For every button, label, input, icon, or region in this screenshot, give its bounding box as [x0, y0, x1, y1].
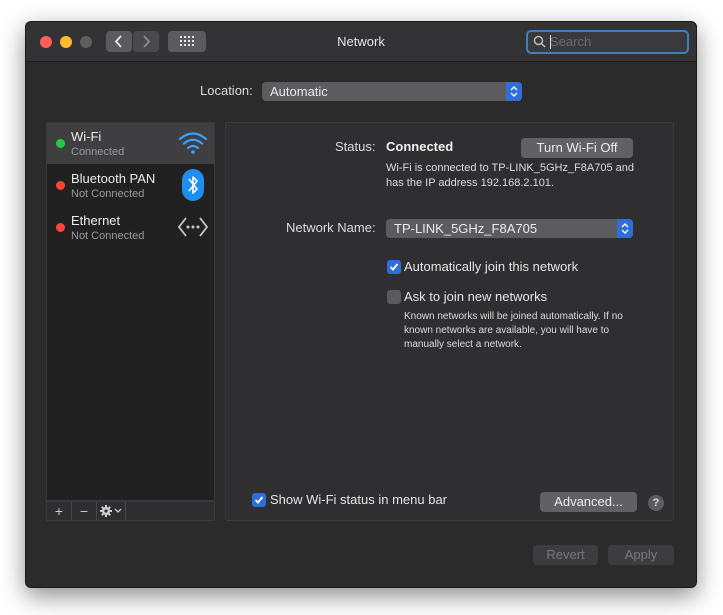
- chevron-down-icon: [114, 508, 122, 513]
- location-value: Automatic: [270, 84, 328, 99]
- ask-join-hint: Known networks will be joined automatica…: [404, 311, 623, 350]
- service-status: Not Connected: [71, 188, 145, 200]
- apply-button[interactable]: Apply: [608, 545, 674, 565]
- network-name-label: Network Name:: [286, 220, 376, 235]
- wifi-detail-panel: Status: Connected Turn Wi-Fi Off Wi-Fi i…: [225, 122, 674, 521]
- chevron-right-icon: [143, 35, 151, 48]
- chevron-left-icon: [114, 35, 122, 48]
- remove-service-button[interactable]: −: [72, 502, 97, 520]
- gear-icon: [100, 505, 122, 517]
- service-status: Not Connected: [71, 230, 145, 242]
- grid-icon: [180, 36, 194, 46]
- back-button[interactable]: [106, 31, 132, 52]
- wifi-icon: [178, 132, 208, 154]
- location-label: Location:: [200, 83, 253, 98]
- service-item-bluetooth-pan[interactable]: Bluetooth PAN Not Connected: [47, 165, 214, 206]
- text-caret: [550, 35, 551, 49]
- search-field[interactable]: [526, 30, 689, 54]
- search-icon: [533, 35, 546, 48]
- service-actions-button[interactable]: [97, 502, 126, 520]
- close-window-button[interactable]: [40, 36, 52, 48]
- location-popup[interactable]: Automatic: [262, 82, 522, 101]
- status-label: Status:: [335, 139, 376, 154]
- show-wifi-status-label[interactable]: Show Wi-Fi status in menu bar: [270, 492, 447, 507]
- minimize-window-button[interactable]: [60, 36, 72, 48]
- checkmark-icon: [254, 496, 264, 504]
- service-list-toolbar: + −: [46, 501, 215, 521]
- search-input[interactable]: [550, 33, 680, 50]
- network-name-popup[interactable]: TP-LINK_5GHz_F8A705: [386, 219, 633, 238]
- zoom-window-button[interactable]: [80, 36, 92, 48]
- popup-arrows-icon: [617, 219, 633, 238]
- checkmark-icon: [389, 263, 399, 271]
- show-all-button[interactable]: [168, 31, 206, 52]
- help-button[interactable]: ?: [648, 495, 664, 511]
- service-name: Ethernet: [71, 213, 121, 228]
- advanced-button[interactable]: Advanced...: [540, 492, 637, 512]
- service-name: Wi-Fi: [71, 129, 102, 144]
- service-item-ethernet[interactable]: Ethernet Not Connected: [47, 207, 214, 248]
- auto-join-checkbox[interactable]: [387, 260, 401, 274]
- popup-arrows-icon: [506, 82, 522, 101]
- network-preferences-window: Network Location: Automatic Wi-Fi Connec…: [25, 21, 697, 588]
- add-service-button[interactable]: +: [47, 502, 72, 520]
- status-value: Connected: [386, 139, 454, 154]
- service-list: Wi-Fi Connected Bluetooth PAN Not Connec…: [46, 122, 215, 501]
- status-dot: [56, 223, 65, 232]
- turn-wifi-off-button[interactable]: Turn Wi-Fi Off: [521, 138, 633, 158]
- ask-join-checkbox[interactable]: [387, 290, 401, 304]
- ethernet-icon: [177, 217, 209, 237]
- bluetooth-icon: [182, 169, 204, 201]
- auto-join-label[interactable]: Automatically join this network: [404, 259, 578, 274]
- service-status: Connected: [71, 146, 125, 158]
- revert-button[interactable]: Revert: [533, 545, 598, 565]
- forward-button[interactable]: [133, 31, 159, 52]
- service-item-wifi[interactable]: Wi-Fi Connected: [47, 123, 214, 164]
- status-dot: [56, 181, 65, 190]
- status-description: Wi-Fi is connected to TP-LINK_5GHz_F8A70…: [386, 162, 635, 189]
- network-name-value: TP-LINK_5GHz_F8A705: [394, 221, 538, 236]
- show-wifi-status-checkbox[interactable]: [252, 493, 266, 507]
- titlebar: Network: [26, 22, 696, 62]
- ask-join-label[interactable]: Ask to join new networks: [404, 289, 547, 304]
- service-name: Bluetooth PAN: [71, 171, 156, 186]
- status-dot: [56, 139, 65, 148]
